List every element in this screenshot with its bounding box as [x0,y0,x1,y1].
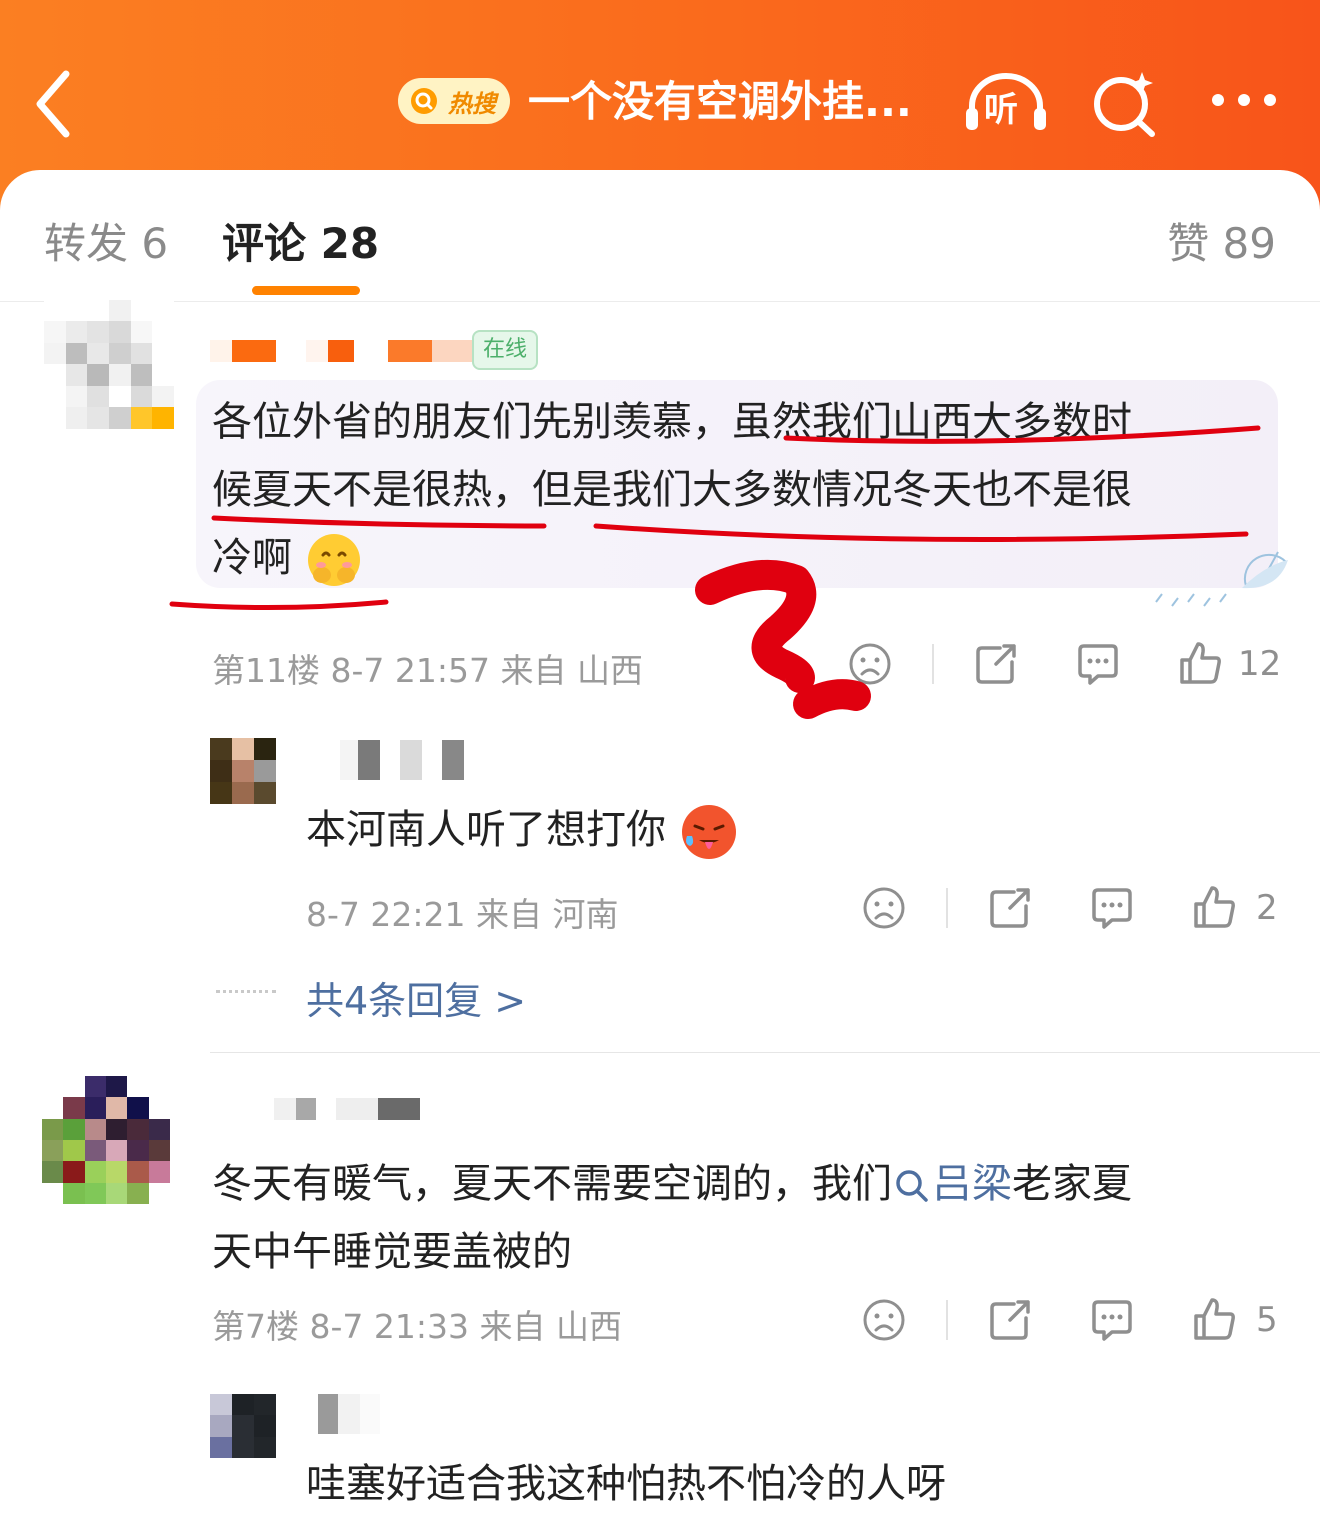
divider [946,888,948,928]
like-icon[interactable] [1192,884,1236,928]
username[interactable] [318,1394,380,1434]
tab-like[interactable]: 赞 89 [1167,210,1276,271]
divider [946,1300,948,1340]
hot-badge-label: 热搜 [448,89,496,118]
avatar[interactable] [210,738,276,804]
hot-face-emoji [681,805,736,859]
hot-search-badge[interactable]: 热搜 [398,78,510,124]
back-button[interactable] [30,64,80,144]
username[interactable] [274,1098,420,1120]
avatar[interactable] [42,1076,170,1204]
shy-face-emoji [307,534,360,586]
comment-meta: 第7楼 8-7 21:33 来自 山西 [212,1307,622,1346]
reply-thread-line [216,990,276,993]
view-more-replies-link[interactable]: 共4条回复 > [306,970,526,1025]
topic-link[interactable]: 吕梁 [932,1161,1012,1207]
page-title: 一个没有空调外挂... [528,77,912,126]
tab-repost[interactable]: 转发 6 [44,210,168,271]
divider [932,644,934,684]
share-icon[interactable] [974,642,1018,686]
search-sparkle-icon [1094,72,1155,137]
more-button[interactable] [1208,88,1280,112]
comment-text[interactable]: 各位外省的朋友们先别羡慕，虽然我们山西大多数时 候夏天不是很热，但是我们大多数情… [212,388,1272,592]
avatar[interactable] [210,1394,276,1458]
reply-meta: 8-7 22:21 来自 河南 [306,895,619,934]
dislike-icon[interactable] [848,642,892,686]
like-count: 12 [1238,644,1282,684]
active-tab-indicator [252,286,360,295]
reply-icon[interactable] [1090,886,1134,930]
reply-icon[interactable] [1076,642,1120,686]
tab-comment[interactable]: 评论 28 [222,210,379,271]
like-icon[interactable] [1178,640,1222,684]
comment-text[interactable]: 冬天有暖气，夏天不需要空调的，我们 吕梁老家夏 天中午睡觉要盖被的 [212,1150,1272,1286]
like-icon[interactable] [1192,1296,1236,1340]
search-button[interactable] [1090,68,1160,138]
share-icon[interactable] [988,1298,1032,1342]
more-dots-icon [1212,94,1276,106]
chevron-left-icon [36,70,70,138]
username[interactable] [210,340,476,362]
search-icon [896,1170,928,1202]
share-icon[interactable] [988,886,1032,930]
search-icon [411,88,437,114]
comment-divider [210,1052,1320,1053]
dislike-icon[interactable] [862,1298,906,1342]
avatar[interactable] [44,300,174,450]
listen-label: 听 [984,90,1018,130]
username[interactable] [340,740,464,780]
reply-icon[interactable] [1090,1298,1134,1342]
status-badge: 在线 [472,330,538,370]
comment-meta: 第11楼 8-7 21:57 来自 山西 [212,651,643,690]
like-count: 2 [1256,888,1278,928]
reply-text[interactable]: 本河南人听了想打你 [306,796,739,864]
listen-button[interactable]: 听 [964,70,1048,134]
tab-bar: 转发 6 评论 28 赞 89 [0,170,1320,302]
dislike-icon[interactable] [862,886,906,930]
like-count: 5 [1256,1300,1278,1340]
reply-text[interactable]: 哇塞好适合我这种怕热不怕冷的人呀 [306,1450,946,1518]
